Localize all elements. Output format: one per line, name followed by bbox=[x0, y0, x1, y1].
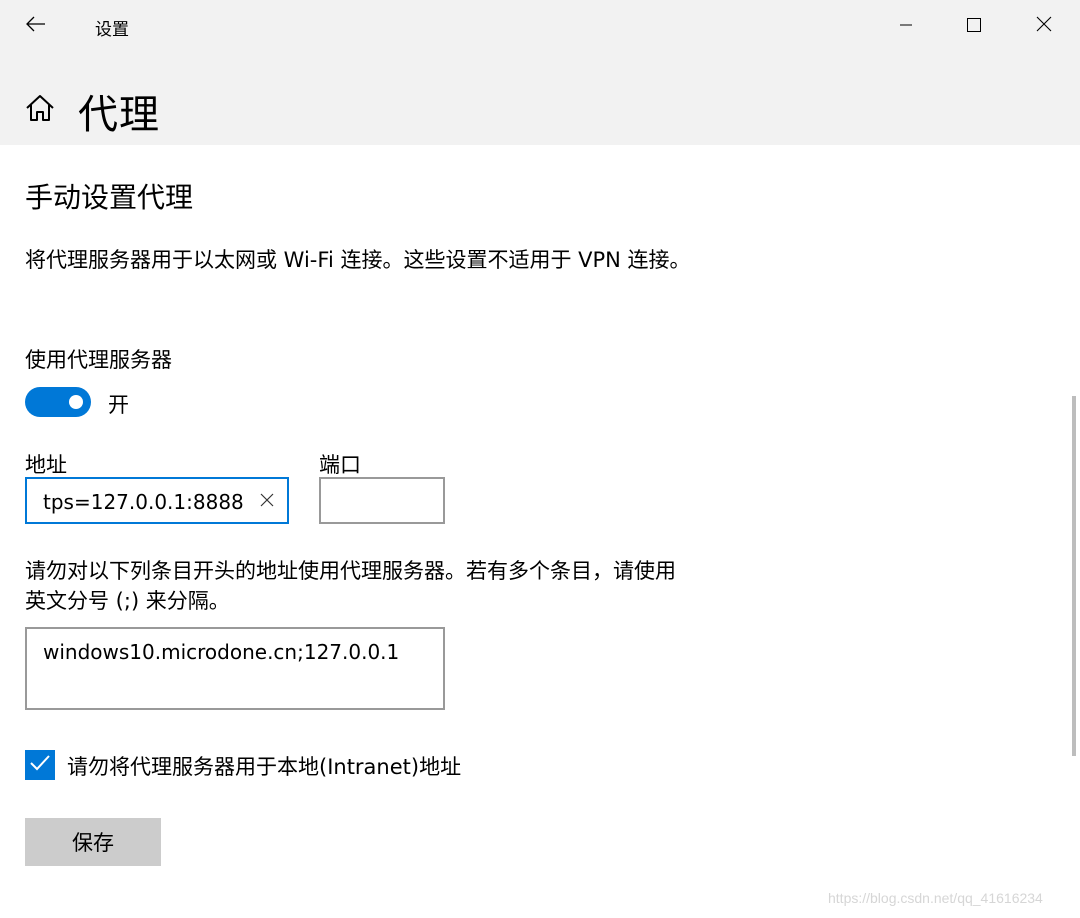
close-button[interactable] bbox=[1010, 0, 1078, 52]
scrollbar[interactable] bbox=[1072, 396, 1076, 756]
minimize-button[interactable] bbox=[872, 0, 940, 52]
back-button[interactable] bbox=[0, 0, 72, 52]
maximize-icon bbox=[967, 17, 981, 36]
bypass-local-checkbox[interactable] bbox=[25, 750, 55, 780]
exceptions-description: 请勿对以下列条目开头的地址使用代理服务器。若有多个条目，请使用英文分号 (;) … bbox=[25, 559, 676, 613]
address-input[interactable]: tps=127.0.0.1:8888 bbox=[25, 477, 289, 524]
close-icon bbox=[1036, 16, 1052, 36]
exceptions-value: windows10.microdone.cn;127.0.0.1 bbox=[43, 640, 400, 664]
title-bar: 设置 bbox=[0, 0, 1080, 52]
minimize-icon bbox=[899, 17, 913, 36]
toggle-knob bbox=[69, 395, 83, 409]
use-proxy-label: 使用代理服务器 bbox=[25, 348, 172, 372]
section-title: 手动设置代理 bbox=[25, 181, 194, 214]
exceptions-textarea[interactable]: windows10.microdone.cn;127.0.0.1 bbox=[25, 627, 445, 710]
save-button[interactable]: 保存 bbox=[25, 818, 161, 866]
page-header: 代理 bbox=[0, 52, 1080, 145]
home-button[interactable] bbox=[22, 92, 58, 128]
address-label: 地址 bbox=[25, 453, 67, 477]
checkmark-icon bbox=[29, 754, 51, 776]
page-title: 代理 bbox=[78, 92, 160, 138]
address-value: tps=127.0.0.1:8888 bbox=[43, 490, 244, 514]
port-input[interactable] bbox=[319, 477, 445, 524]
section-description: 将代理服务器用于以太网或 Wi-Fi 连接。这些设置不适用于 VPN 连接。 bbox=[25, 248, 691, 272]
back-arrow-icon bbox=[26, 16, 46, 36]
use-proxy-toggle[interactable] bbox=[25, 387, 91, 417]
toggle-state-label: 开 bbox=[108, 393, 129, 417]
clear-address-button[interactable] bbox=[253, 489, 281, 513]
watermark: https://blog.csdn.net/qq_41616234 bbox=[828, 890, 1043, 906]
clear-icon bbox=[260, 492, 274, 511]
port-label: 端口 bbox=[319, 453, 361, 477]
app-title: 设置 bbox=[95, 20, 129, 40]
bypass-local-label[interactable]: 请勿将代理服务器用于本地(Intranet)地址 bbox=[67, 751, 461, 781]
maximize-button[interactable] bbox=[940, 0, 1008, 52]
home-icon bbox=[25, 94, 55, 126]
